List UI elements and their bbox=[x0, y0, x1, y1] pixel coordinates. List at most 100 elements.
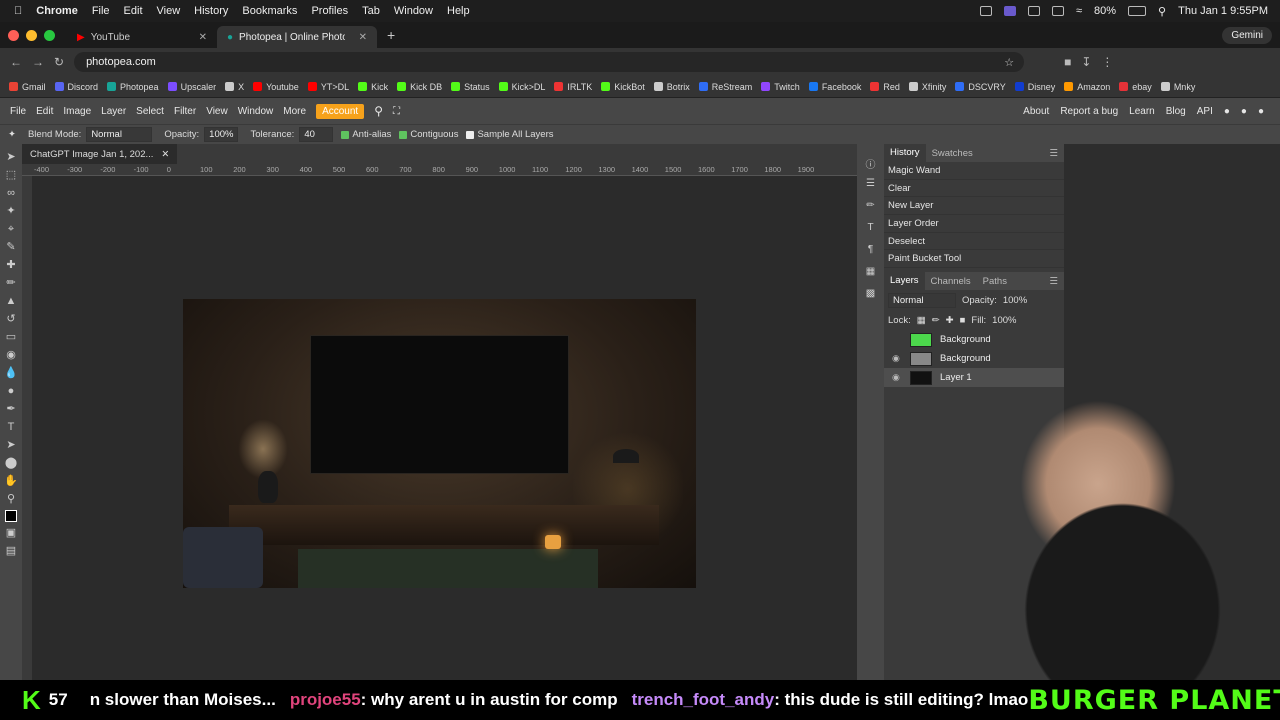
lasso-tool-icon[interactable]: ∞ bbox=[4, 186, 18, 200]
pp-menu-view[interactable]: View bbox=[206, 106, 228, 117]
healing-tool-icon[interactable]: ✚ bbox=[4, 258, 18, 272]
brush-tool-icon[interactable]: ✏ bbox=[4, 276, 18, 290]
move-tool-icon[interactable]: ➤ bbox=[4, 150, 18, 164]
maximize-window-button[interactable] bbox=[44, 29, 55, 41]
close-tab-icon[interactable]: ✕ bbox=[199, 32, 207, 43]
history-item[interactable]: Paint Bucket Tool bbox=[884, 250, 1064, 269]
image-icon[interactable]: ▩ bbox=[864, 288, 878, 302]
close-window-button[interactable] bbox=[8, 29, 19, 41]
layer-row[interactable]: Background bbox=[884, 330, 1064, 349]
screen-record-icon[interactable] bbox=[1003, 6, 1016, 16]
menu-profiles[interactable]: Profiles bbox=[311, 5, 348, 17]
history-item[interactable]: Magic Wand bbox=[884, 162, 1064, 180]
magic-wand-icon[interactable]: ✦ bbox=[8, 129, 16, 140]
paragraph-icon[interactable]: ¶ bbox=[864, 244, 878, 258]
clock[interactable]: Thu Jan 1 9:55PM bbox=[1178, 5, 1268, 17]
css-icon[interactable]: ▦ bbox=[864, 266, 878, 280]
bookmark-item[interactable]: YT>DL bbox=[307, 82, 349, 92]
tray-icon[interactable] bbox=[1027, 6, 1040, 16]
learn-link[interactable]: Learn bbox=[1129, 106, 1155, 117]
bookmark-item[interactable]: Red bbox=[870, 82, 900, 92]
reload-icon[interactable]: ↻ bbox=[54, 55, 64, 69]
foreground-color-swatch[interactable] bbox=[5, 510, 17, 522]
pp-menu-filter[interactable]: Filter bbox=[174, 106, 196, 117]
contiguous-checkbox[interactable] bbox=[399, 130, 408, 139]
about-link[interactable]: About bbox=[1023, 106, 1049, 117]
report-bug-link[interactable]: Report a bug bbox=[1060, 106, 1118, 117]
blur-tool-icon[interactable]: 💧 bbox=[4, 366, 18, 380]
menu-view[interactable]: View bbox=[157, 5, 181, 17]
pen-tool-icon[interactable]: ✒ bbox=[4, 402, 18, 416]
more-icon[interactable]: ⋮ bbox=[1101, 55, 1113, 69]
pp-menu-window[interactable]: Window bbox=[238, 106, 274, 117]
bookmark-item[interactable]: Amazon bbox=[1064, 82, 1110, 92]
document-image[interactable] bbox=[183, 299, 696, 588]
account-button[interactable]: Account bbox=[316, 103, 365, 119]
pp-menu-select[interactable]: Select bbox=[136, 106, 164, 117]
facebook-icon[interactable]: ● bbox=[1258, 106, 1264, 117]
tolerance-input[interactable]: 40 bbox=[299, 127, 334, 142]
url-field[interactable]: photopea.com ☆ bbox=[74, 52, 1025, 72]
clone-stamp-tool-icon[interactable]: ▲ bbox=[4, 294, 18, 308]
blog-link[interactable]: Blog bbox=[1166, 106, 1186, 117]
bookmark-item[interactable]: Botrix bbox=[653, 82, 690, 92]
pp-menu-edit[interactable]: Edit bbox=[36, 106, 53, 117]
bookmark-item[interactable]: IRLTK bbox=[554, 82, 592, 92]
marquee-tool-icon[interactable]: ⬚ bbox=[4, 168, 18, 182]
tab-swatches[interactable]: Swatches bbox=[926, 148, 979, 159]
tab-layers[interactable]: Layers bbox=[884, 272, 925, 291]
tab-channels[interactable]: Channels bbox=[925, 276, 977, 287]
bookmark-item[interactable]: Kick>DL bbox=[498, 82, 545, 92]
bookmark-item[interactable]: Upscaler bbox=[167, 82, 216, 92]
hand-tool-icon[interactable]: ✋ bbox=[4, 474, 18, 488]
close-document-icon[interactable]: ✕ bbox=[161, 149, 169, 160]
bookmark-item[interactable]: Facebook bbox=[808, 82, 861, 92]
history-item[interactable]: Deselect bbox=[884, 233, 1064, 251]
quick-mask-icon[interactable]: ▣ bbox=[4, 526, 18, 540]
antialias-checkbox[interactable] bbox=[341, 130, 350, 139]
tray-icon[interactable] bbox=[979, 6, 992, 16]
visibility-eye-icon[interactable]: ◉ bbox=[892, 353, 902, 364]
history-item[interactable]: New Layer bbox=[884, 197, 1064, 216]
bookmark-item[interactable]: Gmail bbox=[9, 82, 46, 92]
shape-tool-icon[interactable]: ⬤ bbox=[4, 456, 18, 470]
tab-paths[interactable]: Paths bbox=[977, 276, 1013, 287]
type-tool-icon[interactable]: T bbox=[4, 420, 18, 434]
layer-opacity-input[interactable]: 100% bbox=[1003, 295, 1027, 306]
screen-mode-icon[interactable]: ▤ bbox=[4, 544, 18, 558]
history-item[interactable]: Layer Order bbox=[884, 215, 1064, 233]
api-link[interactable]: API bbox=[1197, 106, 1213, 117]
search-icon[interactable]: ⚲ bbox=[374, 104, 383, 118]
character-icon[interactable]: T bbox=[864, 222, 878, 236]
bookmark-item[interactable]: Xfinity bbox=[908, 82, 946, 92]
lock-transparency-icon[interactable]: ▦ bbox=[917, 315, 926, 326]
apple-icon[interactable]:  bbox=[14, 5, 22, 17]
layer-row[interactable]: ◉ Layer 1 bbox=[884, 368, 1064, 388]
menu-edit[interactable]: Edit bbox=[124, 5, 143, 17]
back-icon[interactable]: ← bbox=[10, 55, 22, 69]
bookmark-item[interactable]: X bbox=[225, 82, 244, 92]
properties-icon[interactable]: ☰ bbox=[864, 178, 878, 192]
bookmark-item[interactable]: Twitch bbox=[761, 82, 800, 92]
bookmark-item[interactable]: Kick DB bbox=[397, 82, 442, 92]
bookmark-item[interactable]: Youtube bbox=[253, 82, 299, 92]
layer-blend-select[interactable]: Normal bbox=[888, 292, 956, 308]
bookmark-item[interactable]: ReStream bbox=[698, 82, 752, 92]
new-tab-button[interactable]: + bbox=[387, 27, 395, 43]
document-tab[interactable]: ChatGPT Image Jan 1, 202... ✕ bbox=[22, 144, 178, 164]
panel-menu-icon[interactable]: ☰ bbox=[1043, 148, 1064, 159]
battery-icon[interactable] bbox=[1128, 6, 1147, 16]
sample-all-layers-checkbox[interactable] bbox=[466, 130, 475, 139]
bookmark-item[interactable]: ebay bbox=[1119, 82, 1152, 92]
extensions-icon[interactable]: ■ bbox=[1064, 55, 1071, 69]
gemini-button[interactable]: Gemini bbox=[1222, 26, 1272, 44]
lock-all-icon[interactable]: ■ bbox=[960, 315, 966, 326]
minimize-window-button[interactable] bbox=[26, 29, 37, 41]
pp-menu-more[interactable]: More bbox=[283, 106, 306, 117]
eyedropper-tool-icon[interactable]: ✎ bbox=[4, 240, 18, 254]
lock-position-icon[interactable]: ✚ bbox=[946, 315, 954, 326]
dodge-tool-icon[interactable]: ● bbox=[4, 384, 18, 398]
history-item[interactable]: Clear bbox=[884, 180, 1064, 198]
blend-mode-select[interactable]: Normal bbox=[86, 127, 153, 142]
pp-menu-file[interactable]: File bbox=[10, 106, 26, 117]
